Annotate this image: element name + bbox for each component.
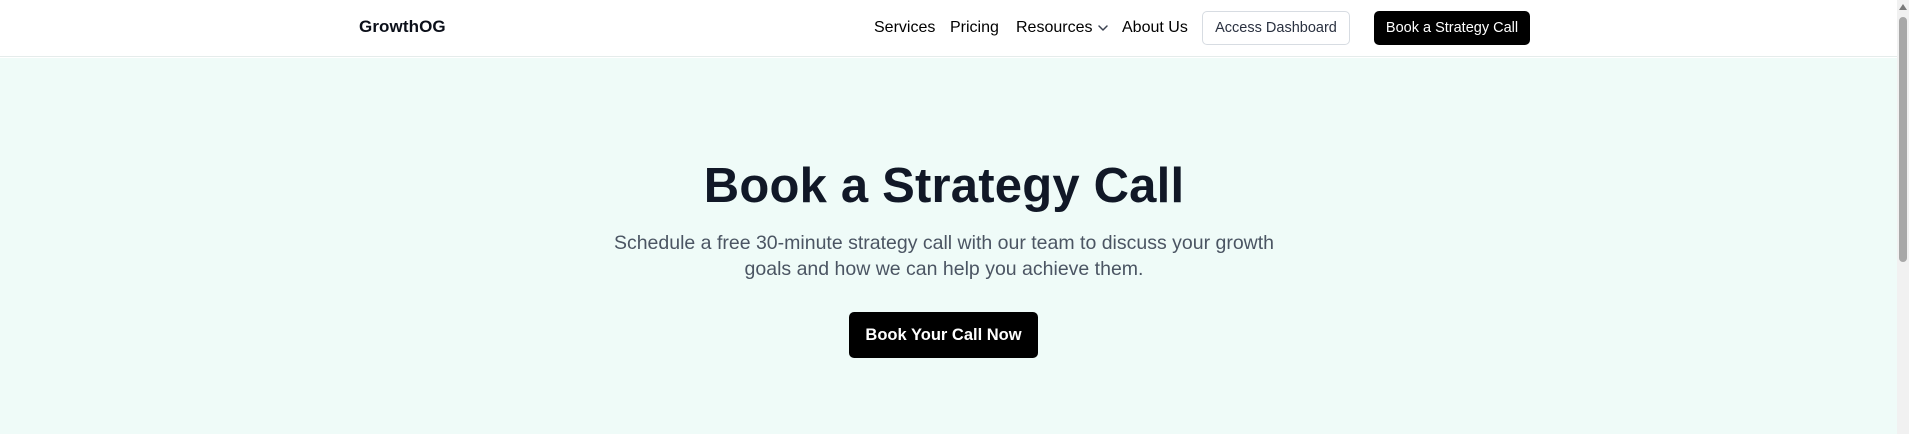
- arrow-up-icon[interactable]: [1899, 4, 1907, 10]
- nav-pricing-link[interactable]: Pricing: [950, 19, 999, 37]
- hero-section: Book a Strategy Call Schedule a free 30-…: [0, 58, 1897, 434]
- nav-resources-dropdown[interactable]: Resources: [1016, 19, 1109, 37]
- page: GrowthOG Services Pricing Resources Abou…: [0, 0, 1909, 434]
- access-dashboard-button[interactable]: Access Dashboard: [1202, 11, 1350, 45]
- hero-title: Book a Strategy Call: [703, 159, 1185, 213]
- site-header: GrowthOG Services Pricing Resources Abou…: [0, 0, 1897, 57]
- scrollbar-thumb[interactable]: [1899, 17, 1907, 262]
- hero-subtitle: Schedule a free 30-minute strategy call …: [613, 232, 1275, 280]
- vertical-scrollbar[interactable]: [1897, 0, 1909, 434]
- chevron-down-icon: [1098, 25, 1109, 31]
- nav-services-link[interactable]: Services: [874, 19, 935, 37]
- book-strategy-call-button[interactable]: Book a Strategy Call: [1374, 11, 1530, 45]
- nav-about-link[interactable]: About Us: [1122, 19, 1188, 37]
- logo[interactable]: GrowthOG: [359, 17, 446, 37]
- book-your-call-button[interactable]: Book Your Call Now: [849, 312, 1038, 358]
- nav-resources-label: Resources: [1016, 19, 1093, 36]
